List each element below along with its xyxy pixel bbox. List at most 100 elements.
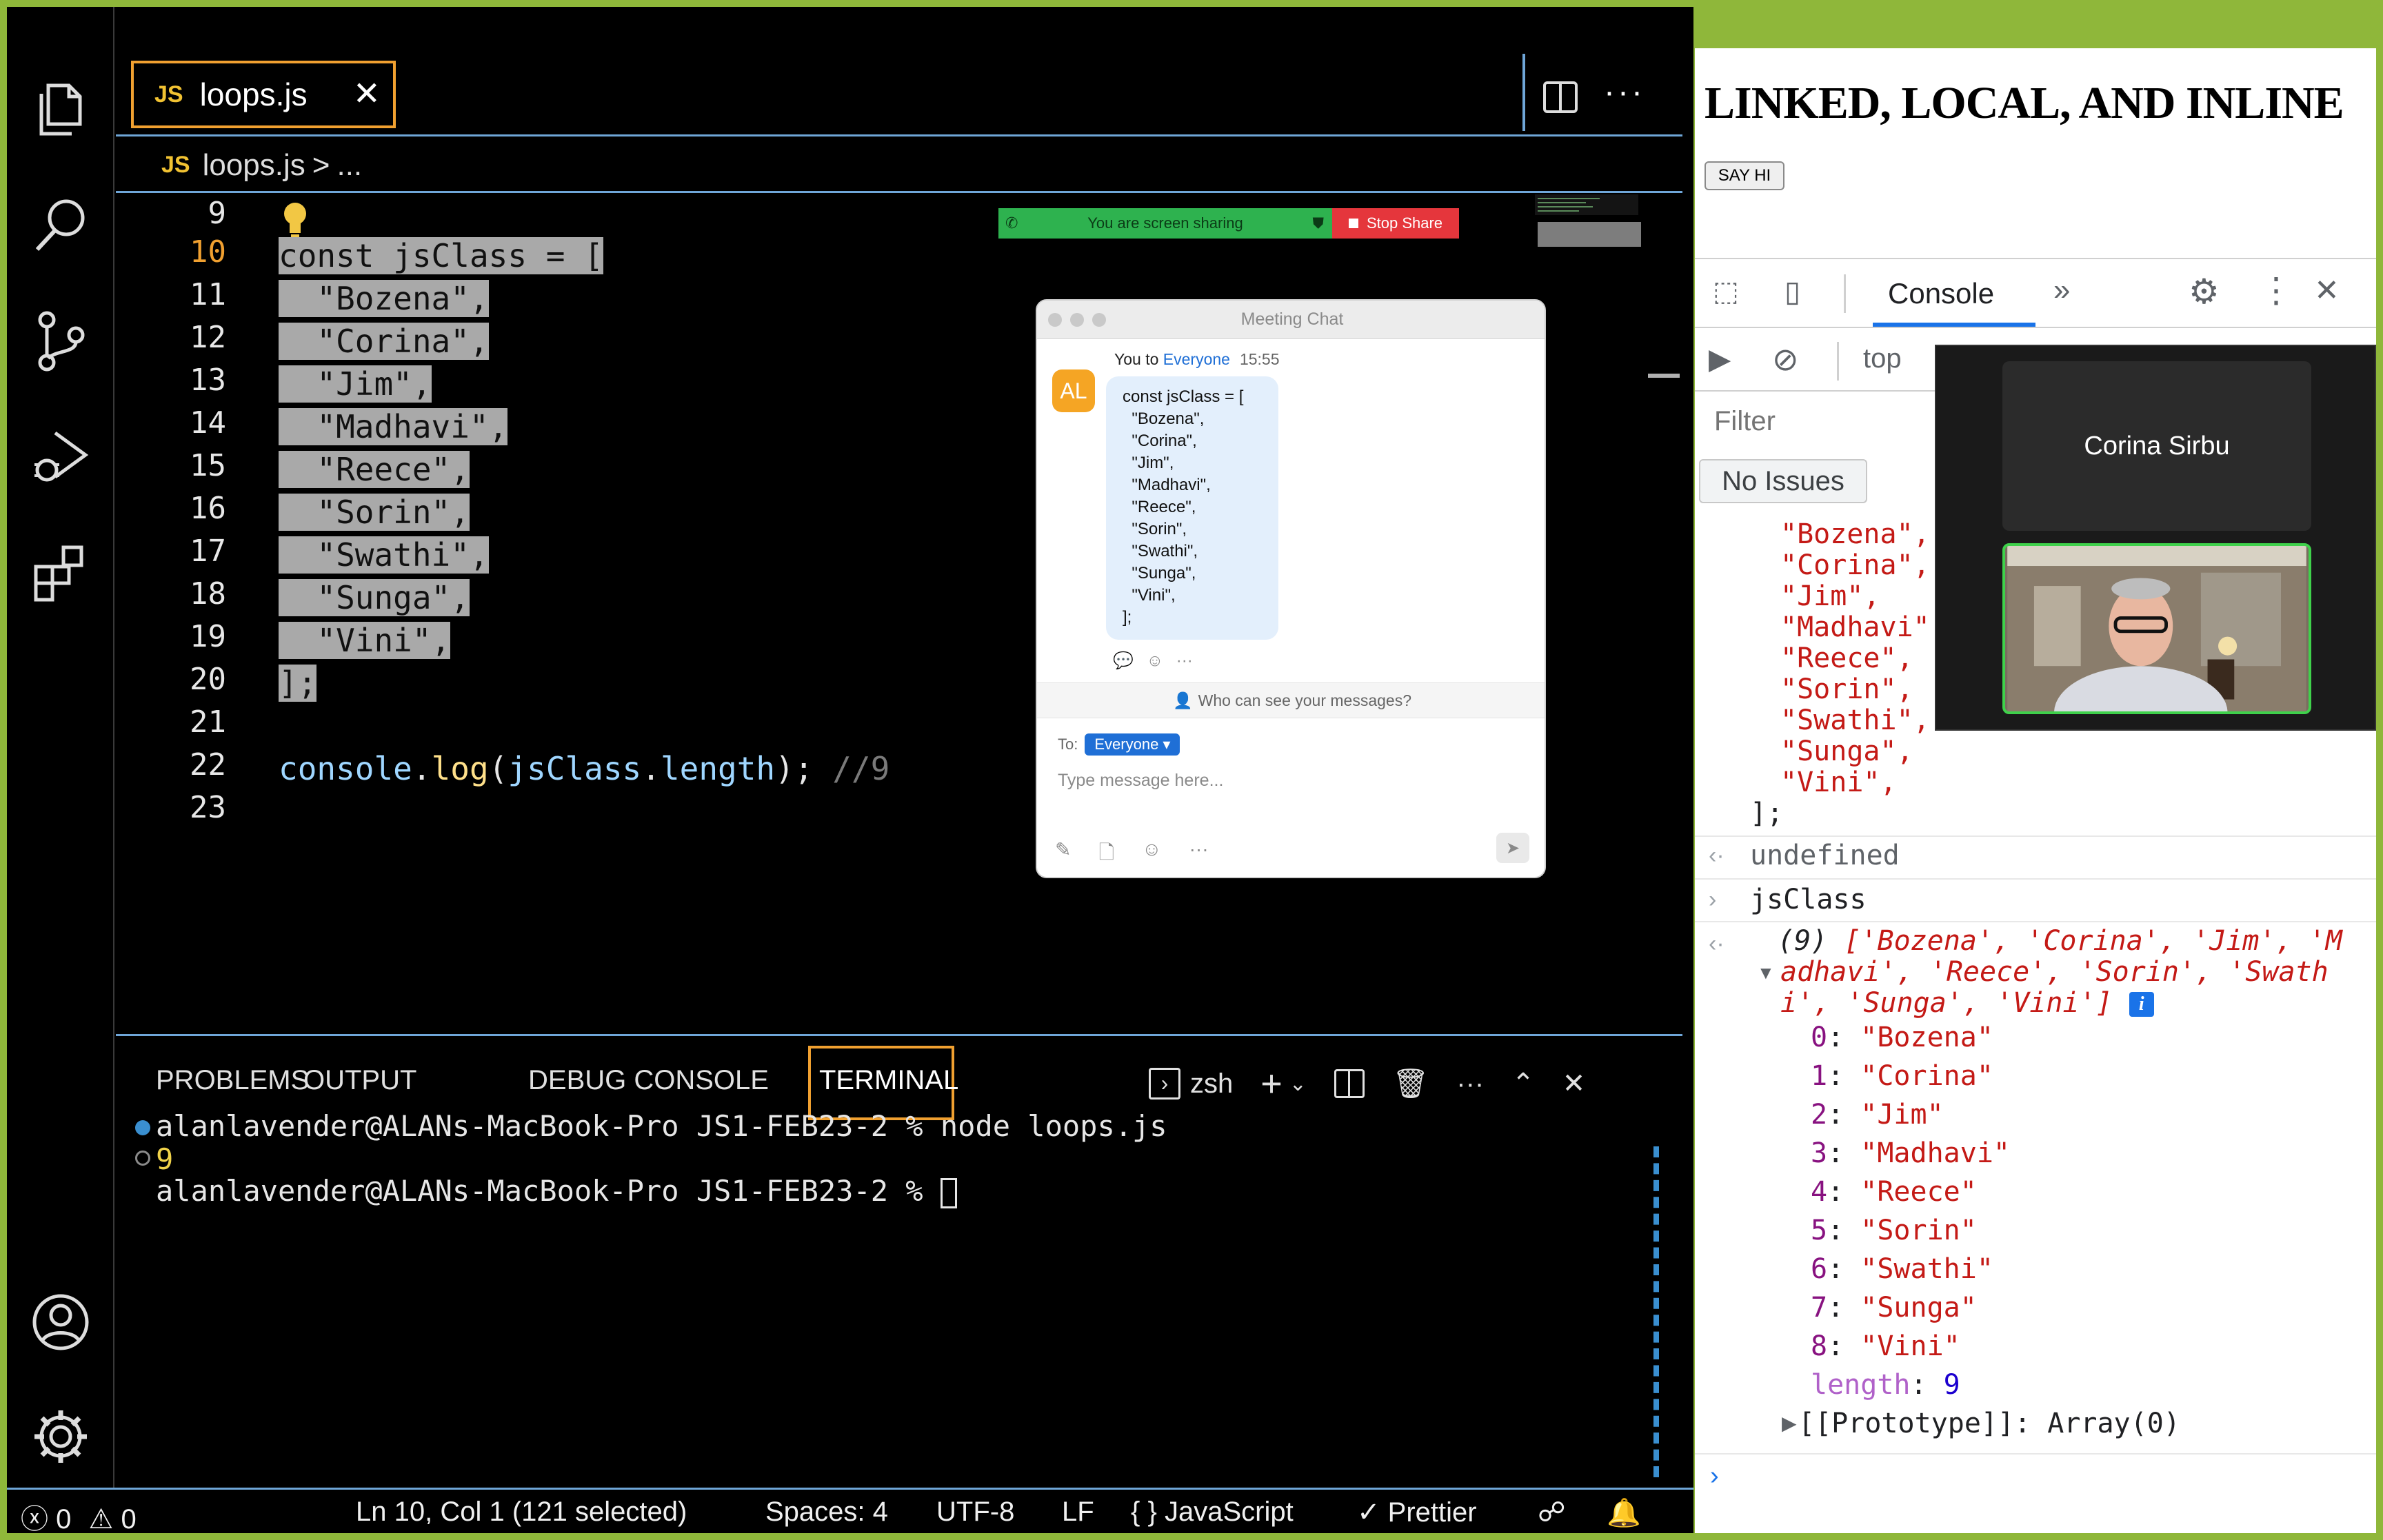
message-bubble[interactable]: const jsClass = [ "Bozena", "Corina", "J… (1106, 376, 1278, 640)
chevron-down-icon[interactable]: ⌄ (1289, 1072, 1307, 1096)
window-close-dot[interactable] (1048, 313, 1062, 327)
terminal-prompt-wrap[interactable]: x (156, 1139, 173, 1173)
line-number: 19 (190, 619, 226, 654)
cursor-position[interactable]: Ln 10, Col 1 (121 selected) (356, 1497, 687, 1528)
console-echo-line: "Madhavi", (1780, 611, 1947, 643)
chat-title: Meeting Chat (1240, 310, 1344, 329)
expand-triangle-icon[interactable]: ▶ (1782, 1412, 1797, 1435)
new-terminal-icon[interactable]: + (1260, 1062, 1283, 1105)
indentation[interactable]: Spaces: 4 (765, 1497, 888, 1528)
inspect-element-icon[interactable]: ⬚ (1713, 276, 1739, 307)
console-prompt-icon[interactable]: › (1710, 1461, 1719, 1491)
run-debug-icon[interactable] (28, 423, 94, 489)
expand-triangle-icon[interactable]: ▼ (1757, 962, 1775, 984)
problems-status[interactable]: ⓧ 0 ⚠ 0 (21, 1497, 137, 1533)
gear-icon[interactable]: ⚙ (2189, 272, 2220, 312)
context-selector[interactable]: top (1863, 343, 1902, 374)
divider (1695, 878, 2376, 880)
sidebar-toggle-icon[interactable]: ▶︎ (1709, 342, 1731, 376)
breadcrumb-file[interactable]: loops.js (203, 148, 305, 183)
line-ending[interactable]: LF (1062, 1497, 1094, 1528)
emoji-reaction-icon[interactable]: ☺ (1147, 651, 1164, 670)
extensions-icon[interactable] (28, 539, 94, 605)
more-actions-icon[interactable]: ··· (1456, 1068, 1484, 1100)
more-tabs-icon[interactable]: » (2053, 273, 2070, 307)
array-item: 0: "Bozena" (1811, 1022, 1993, 1053)
line-number: 16 (190, 491, 226, 526)
info-icon[interactable]: i (2129, 992, 2154, 1017)
split-terminal-icon[interactable] (1334, 1069, 1365, 1098)
close-icon[interactable]: ✕ (2314, 273, 2340, 308)
bell-icon[interactable]: 🔔 (1607, 1497, 1641, 1529)
send-icon[interactable]: ➤ (1496, 833, 1529, 863)
encoding[interactable]: UTF-8 (936, 1497, 1014, 1528)
participant-name-tile[interactable]: Corina Sirbu (2002, 361, 2311, 531)
terminal-scrollbar[interactable] (1653, 1146, 1660, 1477)
active-speaker-video[interactable] (2002, 543, 2311, 714)
tab-output[interactable]: OUTPUT (303, 1065, 416, 1096)
tab-problems[interactable]: PROBLEMS (156, 1065, 309, 1096)
braces-icon: { } (1131, 1497, 1157, 1527)
search-icon[interactable] (28, 192, 94, 258)
tab-debug-console[interactable]: DEBUG CONSOLE (528, 1065, 769, 1096)
tab-loops-js[interactable]: JS loops.js ✕ (131, 61, 396, 128)
close-icon[interactable]: ✕ (353, 77, 381, 112)
split-editor-icon[interactable] (1539, 76, 1582, 119)
status-bar: ⓧ 0 ⚠ 0 Ln 10, Col 1 (121 selected) Spac… (7, 1488, 1693, 1533)
emoji-icon[interactable]: ☺ (1142, 838, 1162, 871)
prettier-status[interactable]: ✓ Prettier (1357, 1497, 1477, 1528)
say-hi-button[interactable]: SAY HI (1705, 161, 1784, 190)
more-actions-icon[interactable]: ··· (1176, 651, 1193, 670)
code-line: "Vini", (279, 622, 451, 659)
tab-console[interactable]: Console (1888, 277, 1994, 310)
language-mode[interactable]: { } JavaScript (1131, 1497, 1294, 1528)
clear-console-icon[interactable]: ⊘ (1772, 341, 1799, 378)
stop-share-button[interactable]: Stop Share (1332, 208, 1459, 239)
reply-icon[interactable]: 💬 (1113, 651, 1134, 670)
issues-button[interactable]: No Issues (1699, 459, 1867, 503)
shell-name[interactable]: zsh (1190, 1068, 1233, 1100)
source-control-icon[interactable] (28, 307, 94, 374)
array-item: 6: "Swathi" (1811, 1253, 1993, 1285)
sharing-indicator: ✆ You are screen sharing ⛊ (998, 208, 1332, 239)
minimap[interactable] (1535, 194, 1647, 250)
file-icon[interactable]: 🗋 (1098, 838, 1114, 871)
terminal-line: alanlavender@ALANs-MacBook-Pro JS1-FEB23… (156, 1109, 1167, 1143)
code-line: "Madhavi", (279, 408, 508, 445)
terminal-prompt[interactable]: alanlavender@ALANs-MacBook-Pro JS1-FEB23… (156, 1174, 957, 1208)
explorer-icon[interactable] (28, 76, 94, 142)
array-length: length: 9 (1811, 1369, 1960, 1401)
account-icon[interactable] (28, 1289, 94, 1355)
line-number: 21 (190, 705, 226, 740)
console-echo-line: "Corina", (1780, 549, 1930, 581)
array-item: 4: "Reece" (1811, 1176, 1977, 1208)
chevron-up-icon[interactable]: ⌃ (1511, 1068, 1535, 1100)
array-prototype[interactable]: [[Prototype]]: Array(0) (1798, 1408, 2180, 1439)
person-icon: 👤 (1172, 691, 1193, 709)
chat-message-input[interactable] (1058, 767, 1513, 794)
gear-icon[interactable] (28, 1404, 94, 1470)
device-toolbar-icon[interactable]: ▯ (1784, 274, 1800, 308)
feedback-icon[interactable]: ☍ (1538, 1497, 1566, 1528)
array-item: 8: "Vini" (1811, 1330, 1960, 1362)
array-item: 3: "Madhavi" (1811, 1137, 2011, 1169)
window-minimize-dot[interactable] (1070, 313, 1084, 327)
lightbulb-icon[interactable] (281, 200, 309, 239)
more-actions-icon[interactable]: ··· (1604, 73, 1645, 111)
format-icon[interactable]: ✎ (1055, 838, 1071, 871)
recipient-dropdown[interactable]: Everyone ▾ (1085, 733, 1180, 756)
console-filter-input[interactable] (1703, 397, 1951, 445)
privacy-notice[interactable]: 👤 Who can see your messages? (1037, 682, 1545, 718)
line-number: 23 (190, 790, 226, 825)
video-gallery: Corina Sirbu (1935, 345, 2376, 731)
scrollbar-marker[interactable] (1648, 374, 1680, 378)
code-line-console-log: console.log(jsClass.length); //9 (279, 750, 890, 787)
close-icon[interactable]: ✕ (1562, 1068, 1586, 1100)
kebab-menu-icon[interactable]: ⋮ (2259, 270, 2293, 310)
console-echo-line: "Bozena", (1780, 518, 1930, 550)
more-actions-icon[interactable]: ··· (1189, 838, 1209, 871)
window-zoom-dot[interactable] (1092, 313, 1106, 327)
breadcrumb-symbol[interactable]: ... (336, 148, 362, 183)
array-summary[interactable]: (9) ['Bozena', 'Corina', 'Jim', 'M (1778, 925, 2342, 957)
trash-icon[interactable]: 🗑 (1392, 1067, 1429, 1101)
